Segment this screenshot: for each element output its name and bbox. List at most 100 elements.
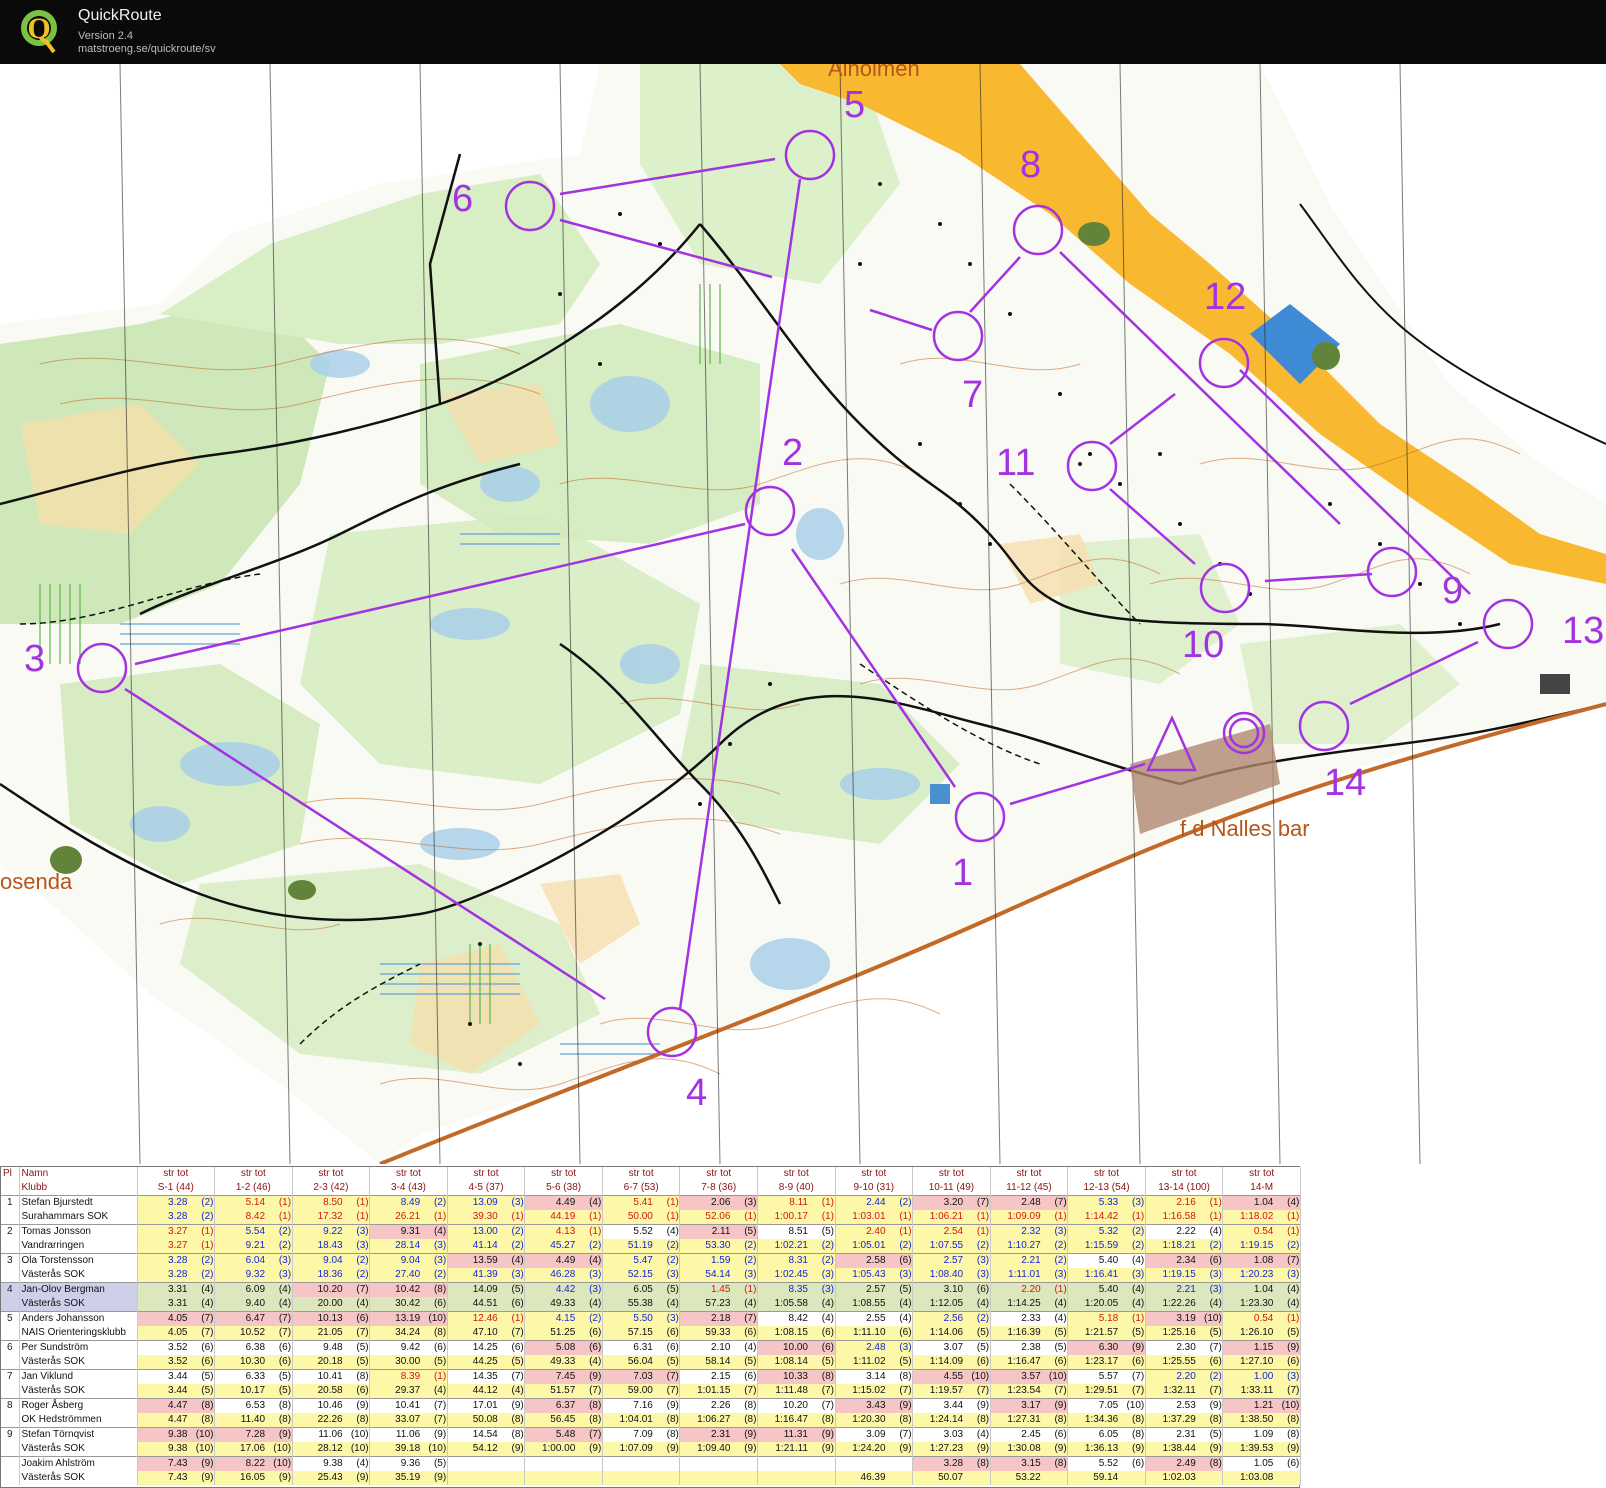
total-cell: 1:33.11 (7) xyxy=(1222,1384,1301,1399)
runner-name[interactable]: Per Sundström xyxy=(19,1340,138,1355)
header-leg[interactable]: 12-13 (54) xyxy=(1067,1181,1146,1196)
split-cell: 9.04 (3) xyxy=(369,1253,448,1268)
total-time: 52.06 xyxy=(705,1211,731,1222)
table-header-row: Pl Namn str tot str tot str tot str tot str to… xyxy=(1,1167,1301,1181)
split-cell: 17.01 (9) xyxy=(447,1398,526,1413)
total-time: 1:19.15 xyxy=(1162,1269,1196,1280)
table-row[interactable]: Västerås SOK 3.31 (4) 9.40 (4) 20.00 (4) 30.42 (… xyxy=(1,1297,1301,1312)
table-row[interactable]: 2 Tomas Jonsson 3.27 (1) 5.54 (2) 9.22 (3) 9.31 (… xyxy=(1,1224,1301,1239)
table-row[interactable]: 7 Jan Viklund 3.44 (5) 6.33 (5) 10.41 (8) 8.39 (1… xyxy=(1,1369,1301,1384)
runner-club[interactable]: Västerås SOK xyxy=(19,1471,138,1485)
table-row[interactable]: Vandrarringen 3.27 (1) 9.21 (2) 18.43 (3) 28.14… xyxy=(1,1239,1301,1254)
header-leg[interactable]: 4-5 (37) xyxy=(447,1181,526,1196)
runner-name[interactable]: Roger Åsberg xyxy=(19,1398,138,1413)
split-cell: 2.55 (4) xyxy=(835,1311,914,1326)
total-rank: (9) xyxy=(1132,1443,1145,1454)
table-row[interactable]: 6 Per Sundström 3.52 (6) 6.38 (6) 9.48 (5) 9.42 (… xyxy=(1,1340,1301,1355)
split-cell: 10.46 (9) xyxy=(292,1398,371,1413)
split-time: 5.40 xyxy=(1098,1255,1119,1266)
total-time: 1:20.05 xyxy=(1084,1298,1119,1309)
split-cell: 2.34 (6) xyxy=(1145,1253,1224,1268)
runner-name[interactable]: Jan-Olov Bergman xyxy=(19,1282,138,1297)
total-rank: (7) xyxy=(899,1385,912,1396)
total-time: 45.27 xyxy=(550,1240,576,1251)
split-time: 13.19 xyxy=(395,1313,421,1324)
split-time: 9.36 xyxy=(400,1458,421,1469)
runner-club[interactable]: Västerås SOK xyxy=(19,1384,138,1399)
total-rank: (3) xyxy=(1054,1269,1067,1280)
total-cell: 1:14.42 (1) xyxy=(1067,1210,1146,1225)
table-row[interactable]: OK Hedströmmen 4.47 (8) 11.40 (8) 22.26 (8) 33.… xyxy=(1,1413,1301,1428)
header-leg[interactable]: 6-7 (53) xyxy=(602,1181,681,1196)
split-rank: (9) xyxy=(1287,1342,1300,1353)
runner-club[interactable]: Västerås SOK xyxy=(19,1442,138,1457)
header-leg[interactable]: 11-12 (45) xyxy=(990,1181,1069,1196)
total-cell: 1:02.45 (3) xyxy=(757,1268,836,1283)
runner-club[interactable]: Västerås SOK xyxy=(19,1297,138,1312)
header-leg[interactable]: 8-9 (40) xyxy=(757,1181,836,1196)
runner-club[interactable]: Vandrarringen xyxy=(19,1239,138,1254)
table-row[interactable]: Surahammars SOK 3.28 (2) 8.42 (1) 17.32 (1) 26.… xyxy=(1,1210,1301,1225)
runner-club[interactable]: Västerås SOK xyxy=(19,1355,138,1370)
header-leg[interactable]: 13-14 (100) xyxy=(1145,1181,1224,1196)
total-time: 44.25 xyxy=(472,1356,498,1367)
header-leg[interactable]: 2-3 (42) xyxy=(292,1181,371,1196)
table-row[interactable]: Västerås SOK 3.52 (6) 10.30 (6) 20.18 (5) 30.00… xyxy=(1,1355,1301,1370)
header-club[interactable]: Klubb xyxy=(19,1181,138,1196)
header-leg[interactable]: 7-8 (36) xyxy=(679,1181,758,1196)
table-row[interactable]: 4 Jan-Olov Bergman 3.31 (4) 6.09 (4) 10.20 (7) 1… xyxy=(1,1282,1301,1297)
split-times-table[interactable]: Pl Namn str tot str tot str tot str tot str to… xyxy=(0,1166,1301,1488)
header-name[interactable]: Namn xyxy=(19,1167,138,1181)
split-time: 7.03 xyxy=(633,1371,653,1382)
runner-place xyxy=(1,1471,20,1485)
total-rank: (2) xyxy=(899,1240,912,1251)
total-time: 1:18.21 xyxy=(1162,1240,1196,1251)
runner-name[interactable]: Stefan Bjurstedt xyxy=(19,1195,138,1210)
table-row[interactable]: Västerås SOK 3.44 (5) 10.17 (5) 20.58 (6) 29.37… xyxy=(1,1384,1301,1399)
total-time: 1:38.44 xyxy=(1162,1443,1196,1454)
runner-club[interactable]: Västerås SOK xyxy=(19,1268,138,1283)
total-time: 1:39.53 xyxy=(1240,1443,1274,1454)
header-leg[interactable]: 5-6 (38) xyxy=(524,1181,603,1196)
header-leg[interactable]: S-1 (44) xyxy=(137,1181,216,1196)
table-row[interactable]: Västerås SOK 9.38 (10) 17.06 (10) 28.12 (10) 39… xyxy=(1,1442,1301,1457)
table-row[interactable]: Västerås SOK 3.28 (2) 9.32 (3) 18.36 (2) 27.40 (… xyxy=(1,1268,1301,1283)
total-cell: 52.06 (1) xyxy=(679,1210,758,1225)
table-row[interactable]: Västerås SOK 7.43 (9) 16.05 (9) 25.43 (9) 35.19… xyxy=(1,1471,1301,1485)
total-cell: 29.37 (4) xyxy=(369,1384,448,1399)
runner-name[interactable]: Anders Johansson xyxy=(19,1311,138,1326)
header-leg[interactable]: 3-4 (43) xyxy=(369,1181,448,1196)
table-row[interactable]: 5 Anders Johansson 4.05 (7) 6.47 (7) 10.13 (6) 1… xyxy=(1,1311,1301,1326)
split-time: 3.43 xyxy=(866,1400,886,1411)
table-row[interactable]: 9 Stefan Törnqvist 9.38 (10) 7.28 (9) 11.06 (10… xyxy=(1,1427,1301,1442)
header-leg[interactable]: 10-11 (49) xyxy=(912,1181,991,1196)
table-row[interactable]: NAIS Orienteringsklubb 4.05 (7) 10.52 (7) 21.… xyxy=(1,1326,1301,1341)
total-rank: (5) xyxy=(511,1356,524,1367)
runner-name[interactable]: Joakim Ahlström xyxy=(19,1456,138,1471)
header-leg[interactable]: 9-10 (31) xyxy=(835,1181,914,1196)
header-leg[interactable]: 1-2 (46) xyxy=(214,1181,293,1196)
total-cell: 1:39.53 (9) xyxy=(1222,1442,1301,1457)
table-row[interactable]: 8 Roger Åsberg 4.47 (8) 6.53 (8) 10.46 (9) 10.41… xyxy=(1,1398,1301,1413)
total-cell: 10.30 (6) xyxy=(214,1355,293,1370)
table-row[interactable]: 1 Stefan Bjurstedt 3.28 (2) 5.14 (1) 8.50 (1) 8.… xyxy=(1,1195,1301,1210)
table-row[interactable]: 3 Ola Torstensson 3.28 (2) 6.04 (3) 9.04 (2) 9.0… xyxy=(1,1253,1301,1268)
split-rank: (4) xyxy=(1287,1284,1300,1295)
split-cell: 4.55 (10) xyxy=(912,1369,991,1384)
total-cell: 20.58 (6) xyxy=(292,1384,371,1399)
split-time: 14.09 xyxy=(472,1284,498,1295)
table-row[interactable]: Joakim Ahlström 7.43 (9) 8.22 (10) 9.38 (4) 9.3… xyxy=(1,1456,1301,1471)
runner-name[interactable]: Ola Torstensson xyxy=(19,1253,138,1268)
total-rank: (1) xyxy=(1209,1211,1222,1222)
total-rank: (8) xyxy=(356,1414,369,1425)
orienteering-map[interactable]: Alholmen f d Nalles bar osenda 1 2 3 4 5… xyxy=(0,64,1606,1164)
runner-club[interactable]: OK Hedströmmen xyxy=(19,1413,138,1428)
app-url[interactable]: matstroeng.se/quickroute/sv xyxy=(78,43,216,55)
header-leg[interactable]: 14-M xyxy=(1222,1181,1301,1196)
runner-name[interactable]: Tomas Jonsson xyxy=(19,1224,138,1239)
runner-name[interactable]: Jan Viklund xyxy=(19,1369,138,1384)
runner-club[interactable]: NAIS Orienteringsklubb xyxy=(19,1326,138,1341)
runner-club[interactable]: Surahammars SOK xyxy=(19,1210,138,1225)
total-cell: 1:12.05 (4) xyxy=(912,1297,991,1312)
runner-name[interactable]: Stefan Törnqvist xyxy=(19,1427,138,1442)
